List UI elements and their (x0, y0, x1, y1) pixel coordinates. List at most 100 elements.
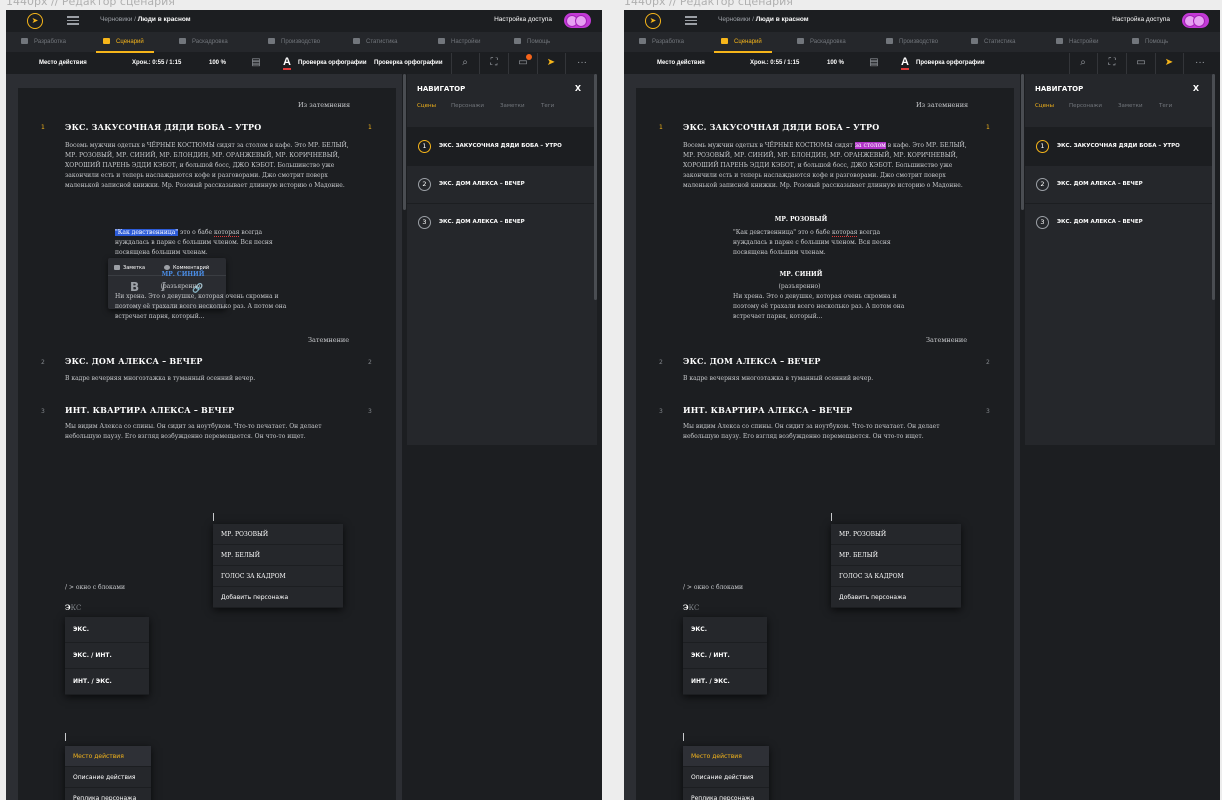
access-settings-label[interactable]: Настройка доступа (1112, 16, 1170, 23)
tab-settings[interactable]: Настройки (1056, 32, 1098, 52)
close-icon[interactable]: X (575, 84, 581, 93)
tab-script[interactable]: Сценарий (103, 32, 144, 52)
navigator-compass-icon[interactable]: ➤ (544, 56, 558, 70)
tab-production[interactable]: Производство (886, 32, 938, 52)
scene-type-item[interactable]: ЭКС. (683, 617, 767, 643)
scene-type-item[interactable]: ИНТ. / ЭКС. (65, 669, 149, 695)
highlighted-text[interactable]: за столом (854, 142, 886, 149)
navigator-tab-characters[interactable]: Персонажи (1069, 103, 1102, 109)
navigator-tab-scenes[interactable]: Сцены (1035, 103, 1054, 109)
navigator-scene-item[interactable]: 3 ЭКС. ДОМ АЛЕКСА – ВЕЧЕР (1025, 203, 1215, 241)
navigator-scrollbar[interactable] (1212, 74, 1215, 300)
spellcheck-button[interactable]: Проверка орфографии (916, 60, 985, 66)
navigator-tab-notes[interactable]: Заметки (500, 103, 525, 109)
navigator-tab-tags[interactable]: Теги (1159, 103, 1172, 109)
hamburger-menu-icon[interactable] (685, 14, 697, 26)
navigator-tab-notes[interactable]: Заметки (1118, 103, 1143, 109)
navigator-scrollbar[interactable] (594, 74, 597, 300)
navigator-tab-tags[interactable]: Теги (541, 103, 554, 109)
search-icon[interactable]: ⌕ (458, 56, 472, 70)
zoom-level[interactable]: 100 % (827, 60, 844, 66)
access-settings-label[interactable]: Настройка доступа (494, 16, 552, 23)
tab-script[interactable]: Сценарий (721, 32, 762, 52)
close-icon[interactable]: X (1193, 84, 1199, 93)
block-type-item[interactable]: Реплика персонажа (65, 788, 151, 800)
spelling-error[interactable]: которая (213, 229, 240, 237)
block-type-item[interactable]: Описание действия (683, 767, 769, 788)
comments-icon[interactable]: ▭ (516, 54, 532, 70)
spellcheck-icon[interactable]: A (283, 57, 291, 70)
zoom-level[interactable]: 100 % (209, 60, 226, 66)
navigator-tab-characters[interactable]: Персонажи (451, 103, 484, 109)
more-options-icon[interactable]: ··· (1193, 56, 1207, 70)
spelling-error[interactable]: которая (831, 229, 858, 237)
comments-icon[interactable]: ▭ (1134, 56, 1148, 70)
export-document-icon[interactable]: ▤ (867, 56, 881, 70)
fullscreen-icon[interactable]: ⛶ (1105, 56, 1119, 70)
character-menu-item[interactable]: МР. БЕЛЫЙ (213, 545, 343, 566)
tab-development[interactable]: Разработка (21, 32, 66, 52)
scene-type-item[interactable]: ИНТ. / ЭКС. (683, 669, 767, 695)
action-text: Восемь мужчин одетых в ЧЁРНЫЕ КОСТЮМЫ си… (683, 141, 973, 191)
add-character-button[interactable]: Добавить персонажа (831, 587, 961, 608)
tab-production[interactable]: Производство (268, 32, 320, 52)
search-icon[interactable]: ⌕ (1076, 56, 1090, 70)
access-toggle[interactable] (1182, 13, 1209, 28)
block-type-selector[interactable]: Место действия (39, 60, 87, 66)
script-page[interactable]: Из затемнения 1 ЭКС. ЗАКУСОЧНАЯ ДЯДИ БОБ… (18, 88, 396, 800)
character-menu-item[interactable]: ГОЛОС ЗА КАДРОМ (831, 566, 961, 587)
tab-statistics[interactable]: Статистика (971, 32, 1016, 52)
scene-type-item[interactable]: ЭКС. / ИНТ. (683, 643, 767, 669)
transition-from-black: Из затемнения (298, 101, 351, 109)
navigator-scene-item[interactable]: 2 ЭКС. ДОМ АЛЕКСА – ВЕЧЕР (407, 165, 597, 203)
export-document-icon[interactable]: ▤ (249, 56, 263, 70)
tab-storyboard[interactable]: Раскадровка (797, 32, 846, 52)
tab-statistics[interactable]: Статистика (353, 32, 398, 52)
more-options-icon[interactable]: ··· (575, 56, 589, 70)
add-character-button[interactable]: Добавить персонажа (213, 587, 343, 608)
character-menu-item[interactable]: ГОЛОС ЗА КАДРОМ (213, 566, 343, 587)
dialogue-part: "Как девственница" (733, 229, 797, 236)
compass-logo-icon[interactable]: ➤ (27, 13, 43, 29)
bar-chart-icon (971, 38, 978, 45)
navigator-scene-item[interactable]: 1 ЭКС. ЗАКУСОЧНАЯ ДЯДИ БОБА – УТРО (1025, 127, 1215, 165)
transition-fade: Затемнение (308, 336, 350, 344)
tab-help[interactable]: Помощь (514, 32, 550, 52)
block-type-item[interactable]: Реплика персонажа (683, 788, 769, 800)
character-menu-item[interactable]: МР. РОЗОВЫЙ (831, 524, 961, 545)
transition-fade: Затемнение (926, 336, 968, 344)
editor-scrollbar[interactable] (1021, 74, 1024, 210)
block-type-item[interactable]: Место действия (65, 746, 151, 767)
navigator-scene-label: ЭКС. ЗАКУСОЧНАЯ ДЯДИ БОБА – УТРО (439, 143, 562, 149)
character-menu-item[interactable]: МР. РОЗОВЫЙ (213, 524, 343, 545)
scene-number-right: 1 (986, 124, 990, 131)
scene-type-item[interactable]: ЭКС. (65, 617, 149, 643)
spellcheck-button-2[interactable]: Проверка орфографии (374, 60, 443, 66)
navigator-scene-item[interactable]: 2 ЭКС. ДОМ АЛЕКСА – ВЕЧЕР (1025, 165, 1215, 203)
fullscreen-icon[interactable]: ⛶ (487, 56, 501, 70)
block-type-item[interactable]: Место действия (683, 746, 769, 767)
block-type-item[interactable]: Описание действия (65, 767, 151, 788)
breadcrumb-drafts[interactable]: Черновики (718, 16, 750, 23)
tab-development[interactable]: Разработка (639, 32, 684, 52)
compass-logo-icon[interactable]: ➤ (645, 13, 661, 29)
scene-type-item[interactable]: ЭКС. / ИНТ. (65, 643, 149, 669)
access-toggle[interactable] (564, 13, 591, 28)
tab-help[interactable]: Помощь (1132, 32, 1168, 52)
navigator-scene-item[interactable]: 1 ЭКС. ЗАКУСОЧНАЯ ДЯДИ БОБА – УТРО (407, 127, 597, 165)
spellcheck-icon[interactable]: A (901, 57, 909, 70)
breadcrumb-project: Люди в красном (755, 16, 809, 23)
breadcrumb-drafts[interactable]: Черновики (100, 16, 132, 23)
scene-number: 2 (41, 359, 45, 366)
script-page[interactable]: Из затемнения 1 ЭКС. ЗАКУСОЧНАЯ ДЯДИ БОБ… (636, 88, 1014, 800)
navigator-tab-scenes[interactable]: Сцены (417, 103, 436, 109)
block-type-selector[interactable]: Место действия (657, 60, 705, 66)
character-menu-item[interactable]: МР. БЕЛЫЙ (831, 545, 961, 566)
navigator-compass-icon[interactable]: ➤ (1162, 56, 1176, 70)
tab-storyboard[interactable]: Раскадровка (179, 32, 228, 52)
hamburger-menu-icon[interactable] (67, 14, 79, 26)
tab-settings[interactable]: Настройки (438, 32, 480, 52)
navigator-scene-item[interactable]: 3 ЭКС. ДОМ АЛЕКСА – ВЕЧЕР (407, 203, 597, 241)
editor-scrollbar[interactable] (403, 74, 406, 210)
spellcheck-button[interactable]: Проверка орфографии (298, 60, 367, 66)
